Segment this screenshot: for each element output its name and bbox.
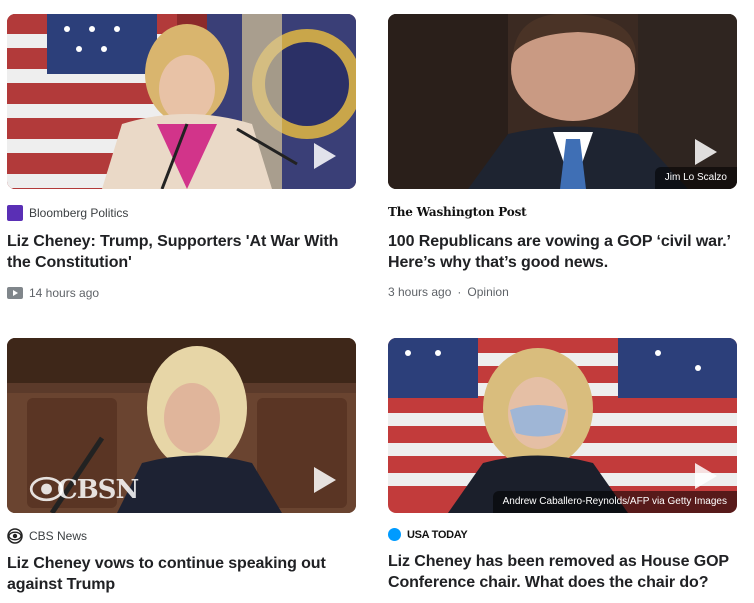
news-source[interactable]: Bloomberg Politics bbox=[7, 205, 128, 221]
news-headline[interactable]: Liz Cheney has been removed as House GOP… bbox=[388, 551, 743, 593]
opinion-label: Opinion bbox=[467, 285, 509, 299]
news-source[interactable]: CBS News bbox=[7, 528, 87, 544]
news-meta: 3 hours ago · Opinion bbox=[388, 285, 509, 299]
news-thumbnail-2[interactable]: Jim Lo Scalzo bbox=[388, 14, 737, 189]
bloomberg-logo-icon bbox=[7, 205, 23, 221]
photo-credit: Jim Lo Scalzo bbox=[654, 167, 737, 189]
news-meta: 14 hours ago bbox=[7, 286, 99, 300]
cbsn-watermark: CBSN bbox=[57, 475, 139, 505]
source-name: USA TODAY bbox=[407, 528, 468, 541]
timestamp: 3 hours ago bbox=[388, 285, 452, 299]
news-card-1[interactable]: Bloomberg Politics Liz Cheney: Trump, Su… bbox=[7, 14, 362, 304]
source-name: CBS News bbox=[29, 529, 88, 543]
video-icon bbox=[7, 287, 23, 299]
news-thumbnail-3[interactable]: CBSN bbox=[7, 338, 356, 513]
news-source[interactable]: The Washington Post bbox=[388, 205, 527, 219]
usatoday-dot-icon bbox=[388, 528, 401, 541]
news-thumbnail-1[interactable] bbox=[7, 14, 356, 189]
source-name: The Washington Post bbox=[388, 205, 527, 219]
play-icon bbox=[695, 139, 717, 165]
news-card-3[interactable]: CBSN CBS News Liz Cheney vows to continu… bbox=[7, 338, 362, 598]
source-name: Bloomberg Politics bbox=[29, 206, 129, 220]
thumbnail-image-4 bbox=[388, 338, 737, 513]
timestamp: 14 hours ago bbox=[29, 286, 100, 300]
news-headline[interactable]: Liz Cheney: Trump, Supporters 'At War Wi… bbox=[7, 231, 362, 273]
meta-separator: · bbox=[457, 285, 462, 299]
cbs-eye-logo-icon bbox=[7, 528, 23, 544]
news-card-2[interactable]: Jim Lo Scalzo The Washington Post 100 Re… bbox=[388, 14, 743, 304]
play-icon bbox=[314, 143, 336, 169]
news-source[interactable]: USA TODAY bbox=[388, 528, 468, 541]
thumbnail-image-2 bbox=[388, 14, 737, 189]
play-icon bbox=[695, 463, 717, 489]
news-headline[interactable]: Liz Cheney vows to continue speaking out… bbox=[7, 553, 362, 595]
news-headline[interactable]: 100 Republicans are vowing a GOP ‘civil … bbox=[388, 231, 743, 273]
news-card-4[interactable]: Andrew Caballero-Reynolds/AFP via Getty … bbox=[388, 338, 743, 598]
photo-credit: Andrew Caballero-Reynolds/AFP via Getty … bbox=[492, 491, 737, 513]
play-icon bbox=[314, 467, 336, 493]
thumbnail-image-1 bbox=[7, 14, 356, 189]
news-thumbnail-4[interactable]: Andrew Caballero-Reynolds/AFP via Getty … bbox=[388, 338, 737, 513]
